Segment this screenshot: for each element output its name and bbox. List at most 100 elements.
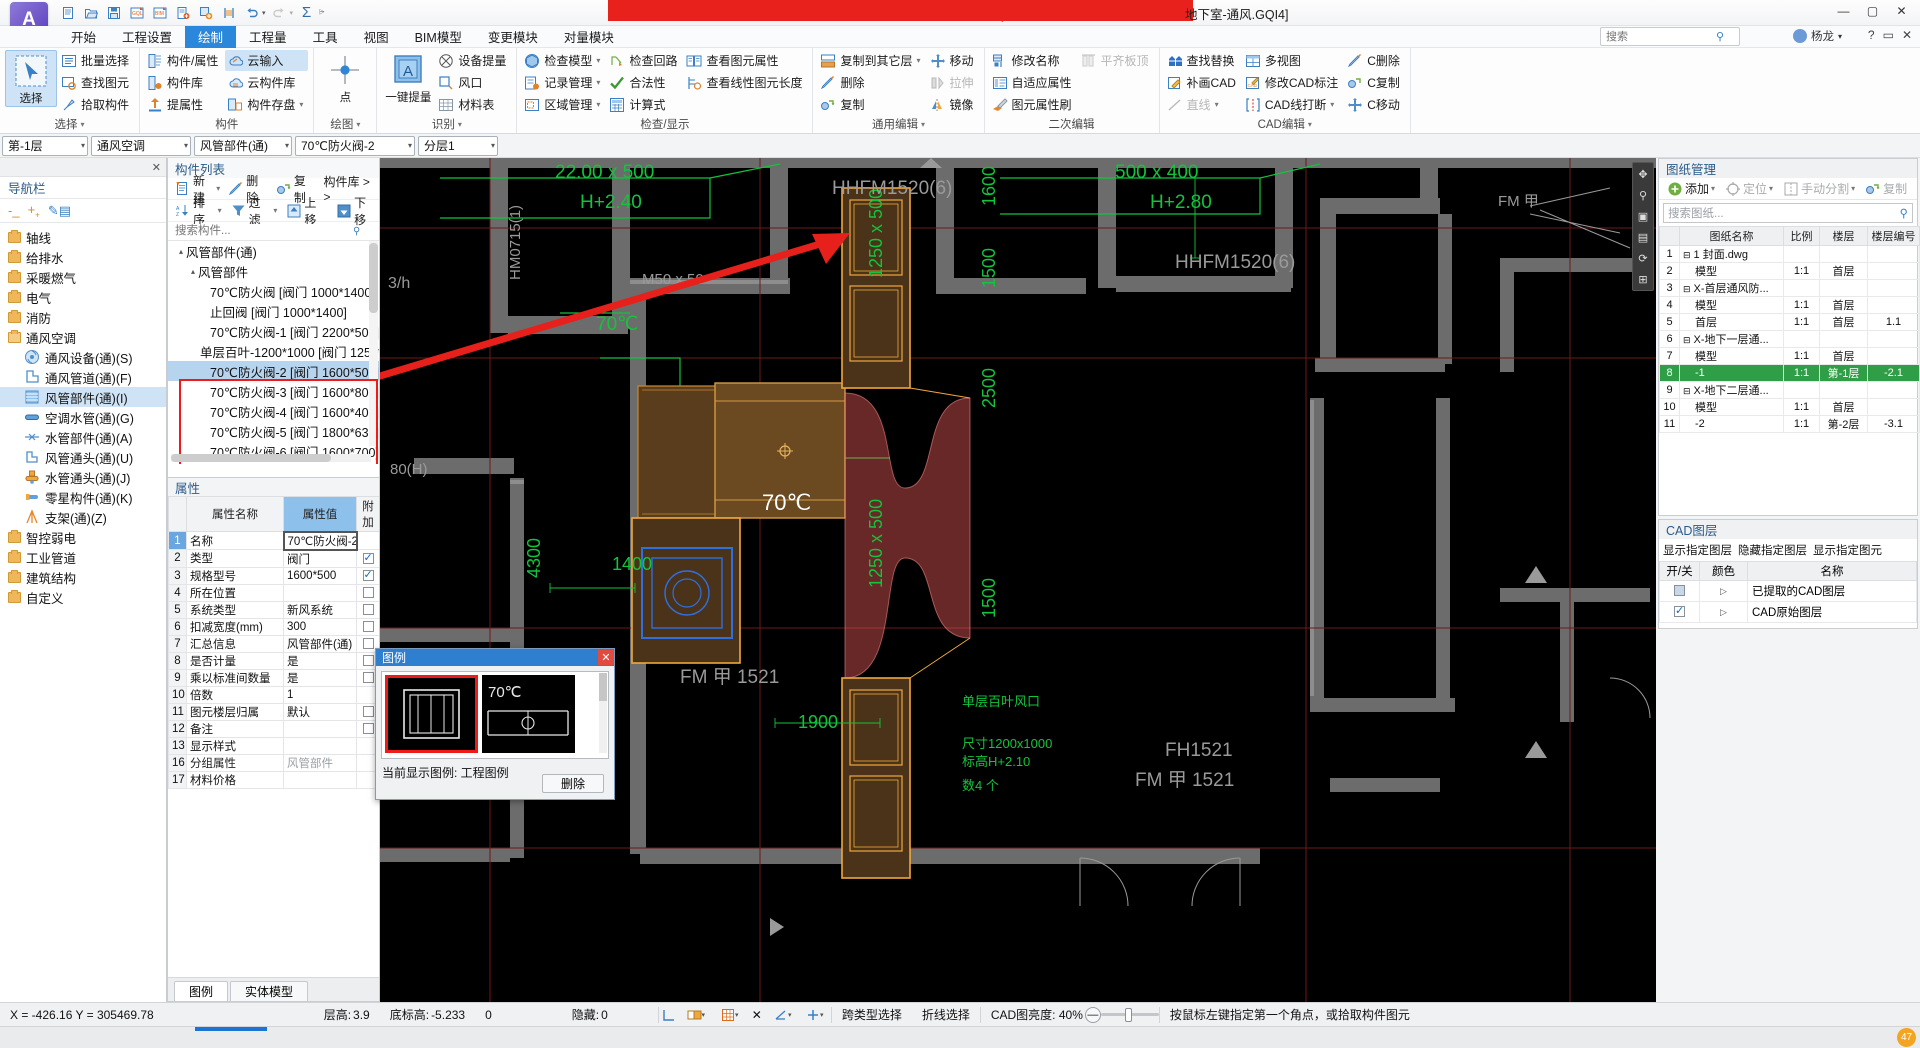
- dm-row-name[interactable]: ⊟ 1 封面.dwg: [1679, 245, 1784, 263]
- nav-item-0[interactable]: 轴线: [0, 227, 166, 247]
- prop-value[interactable]: 1: [283, 685, 357, 704]
- drawing-row[interactable]: 5 首层 1:1 首层 1.1: [1659, 313, 1920, 331]
- new-file-icon[interactable]: [58, 3, 77, 22]
- brightness-slider-knob[interactable]: [1124, 1007, 1132, 1022]
- nav-item-2[interactable]: 采暖燃气: [0, 267, 166, 287]
- property-row[interactable]: 9 乘以标准间数量是: [168, 668, 379, 687]
- ribbon-button-adaptive-property-icon[interactable]: 自适应属性: [990, 72, 1077, 93]
- dm-row-name[interactable]: 首层: [1679, 313, 1784, 331]
- component-tree-item-0[interactable]: ▴ 风管部件(通): [168, 241, 379, 261]
- tree-expander-icon[interactable]: ⊟: [1683, 250, 1691, 260]
- property-row[interactable]: 3 规格型号 1600*500: [168, 566, 379, 585]
- close-button[interactable]: ✕: [1887, 0, 1916, 22]
- chevron-down-icon[interactable]: ▾: [1330, 100, 1334, 109]
- ribbon-button-copy-icon[interactable]: 复制: [818, 94, 925, 115]
- property-row[interactable]: 17 材料价格: [168, 770, 379, 789]
- chevron-down-icon[interactable]: ▾: [75, 141, 85, 150]
- selection-mode-label[interactable]: 跨类型选择: [832, 1006, 912, 1023]
- checkbox[interactable]: [1674, 604, 1685, 618]
- open-file-icon[interactable]: [81, 3, 100, 22]
- chevron-down-icon[interactable]: ▾: [916, 56, 920, 65]
- tree-expander-icon[interactable]: ⊟: [1683, 284, 1691, 294]
- prop-value[interactable]: 风管部件(通): [283, 634, 357, 653]
- prop-value[interactable]: 300: [283, 617, 357, 636]
- ribbon-button-record-manage-icon[interactable]: 记录管理 ▾: [522, 72, 605, 93]
- nav-item-1[interactable]: 给排水: [0, 247, 166, 267]
- component-tree-item-1[interactable]: ▴ 风管部件: [168, 261, 379, 281]
- component-tree-item-9[interactable]: 70℃防火阀-5 [阀门 1800*630]: [168, 421, 379, 441]
- ribbon-big-point-draw-icon[interactable]: 点: [319, 50, 371, 105]
- zoom-in-icon[interactable]: ⚲: [1634, 186, 1652, 204]
- close-icon[interactable]: ✕: [598, 650, 614, 665]
- property-row[interactable]: 12 备注: [168, 719, 379, 738]
- component-select[interactable]: 70℃防火阀-2 ▾: [295, 135, 415, 156]
- maximize-button[interactable]: ▢: [1858, 0, 1887, 22]
- polyline-mode-label[interactable]: 折线选择: [912, 1006, 980, 1023]
- cad-layer-expander-cell[interactable]: ▷: [1699, 580, 1748, 602]
- ribbon-button-component-library-icon[interactable]: 构件库: [145, 72, 223, 93]
- ribbon-button-copy-to-floor-icon[interactable]: 复制到其它层 ▾: [818, 50, 925, 71]
- menu-item-1[interactable]: 工程设置: [109, 26, 185, 48]
- ribbon-button-batch-select-icon[interactable]: 批量选择: [59, 50, 134, 71]
- chevron-down-icon[interactable]: ▾: [1711, 184, 1715, 193]
- floor-select[interactable]: 第-1层 ▾: [2, 135, 88, 156]
- drawing-search[interactable]: 搜索图纸... ⚲: [1663, 203, 1913, 223]
- ribbon-button-device-quantity-icon[interactable]: 设备提量: [436, 50, 511, 71]
- checkbox[interactable]: [362, 620, 374, 632]
- ribbon-big-select-arrow-icon[interactable]: 选择: [5, 50, 57, 107]
- component-tree-item-5[interactable]: 单层百叶-1200*1000 [阀门 1250*500]: [168, 341, 379, 361]
- property-row[interactable]: 1 名称 70℃防火阀-2: [168, 530, 379, 551]
- chevron-down-icon[interactable]: ▾: [596, 100, 600, 109]
- component-tree-hscroll-thumb[interactable]: [171, 454, 331, 462]
- nav-child-5[interactable]: 风管通头(通)(U): [0, 447, 166, 467]
- chevron-down-icon[interactable]: ▾: [273, 206, 277, 215]
- nav-item-3[interactable]: 电气: [0, 287, 166, 307]
- prop-value[interactable]: 是: [283, 668, 357, 687]
- prop-additional-cell[interactable]: [356, 617, 379, 636]
- chevron-down-icon[interactable]: ▾: [458, 117, 462, 133]
- layout-icon[interactable]: ▤: [1634, 228, 1652, 246]
- drawing-row[interactable]: 4 模型 1:1 首层: [1659, 296, 1920, 314]
- checkbox[interactable]: [362, 586, 374, 598]
- component-tree-item-7[interactable]: 70℃防火阀-3 [阀门 1600*800]: [168, 381, 379, 401]
- ribbon-button-cloud-library-icon[interactable]: 云构件库: [225, 72, 308, 93]
- ribbon-big-one-click-quantity-icon[interactable]: A 一键提量: [382, 50, 434, 105]
- ribbon-button-validity-check-icon[interactable]: 合法性: [607, 72, 682, 93]
- chevron-down-icon[interactable]: ▾: [1769, 184, 1773, 193]
- prop-value[interactable]: [283, 770, 357, 789]
- pan-icon[interactable]: ✥: [1634, 165, 1652, 183]
- chevron-down-icon[interactable]: ▾: [218, 206, 222, 215]
- export-bim-icon[interactable]: BIM: [150, 3, 169, 22]
- menu-item-3[interactable]: 工程量: [236, 26, 300, 48]
- expand-all-icon[interactable]: ++: [28, 202, 40, 220]
- chevron-down-icon[interactable]: ▾: [216, 184, 220, 193]
- dm-row-name[interactable]: 模型: [1679, 398, 1784, 416]
- ribbon-button-check-circuit-icon[interactable]: 检查回路: [607, 50, 682, 71]
- dm-row-name[interactable]: -1: [1679, 364, 1784, 382]
- prop-value[interactable]: [283, 736, 357, 755]
- close-x-icon[interactable]: ✕: [747, 1006, 767, 1024]
- prop-value[interactable]: 新风系统: [283, 600, 357, 619]
- help-icon[interactable]: ?: [1868, 28, 1875, 42]
- ribbon-button-cad-delete-icon[interactable]: C删除: [1345, 50, 1405, 71]
- ribbon-button-area-manage-icon[interactable]: 区域管理 ▾: [522, 94, 605, 115]
- align-icon[interactable]: [219, 3, 238, 22]
- ortho-icon[interactable]: [659, 1006, 679, 1024]
- properties-tab-0[interactable]: 图例: [174, 981, 229, 1001]
- properties-tab-1[interactable]: 实体模型: [230, 981, 309, 1001]
- ribbon-button-property-brush-icon[interactable]: 图元属性刷: [990, 94, 1077, 115]
- chevron-down-icon[interactable]: ▾: [1851, 184, 1855, 193]
- prop-value[interactable]: 阀门: [283, 549, 357, 568]
- prop-value[interactable]: 70℃防火阀-2: [282, 530, 358, 551]
- nav-child-8[interactable]: 支架(通)(Z): [0, 507, 166, 527]
- drawing-row[interactable]: 11 -2 1:1 第-2层 -3.1: [1659, 415, 1920, 433]
- cad-layer-toggle-cell[interactable]: [1659, 601, 1700, 623]
- panel-close-icon[interactable]: ✕: [1902, 28, 1912, 42]
- ribbon-button-move-icon[interactable]: 移动: [928, 50, 979, 71]
- checkbox[interactable]: [362, 705, 374, 717]
- brightness-slider[interactable]: [1100, 1007, 1159, 1022]
- tree-expander-icon[interactable]: ⊟: [1683, 335, 1691, 345]
- drawing-row[interactable]: 2 模型 1:1 首层: [1659, 262, 1920, 280]
- dm-row-name[interactable]: 模型: [1679, 262, 1784, 280]
- nav-bottom-item-0[interactable]: 智控弱电: [0, 527, 166, 547]
